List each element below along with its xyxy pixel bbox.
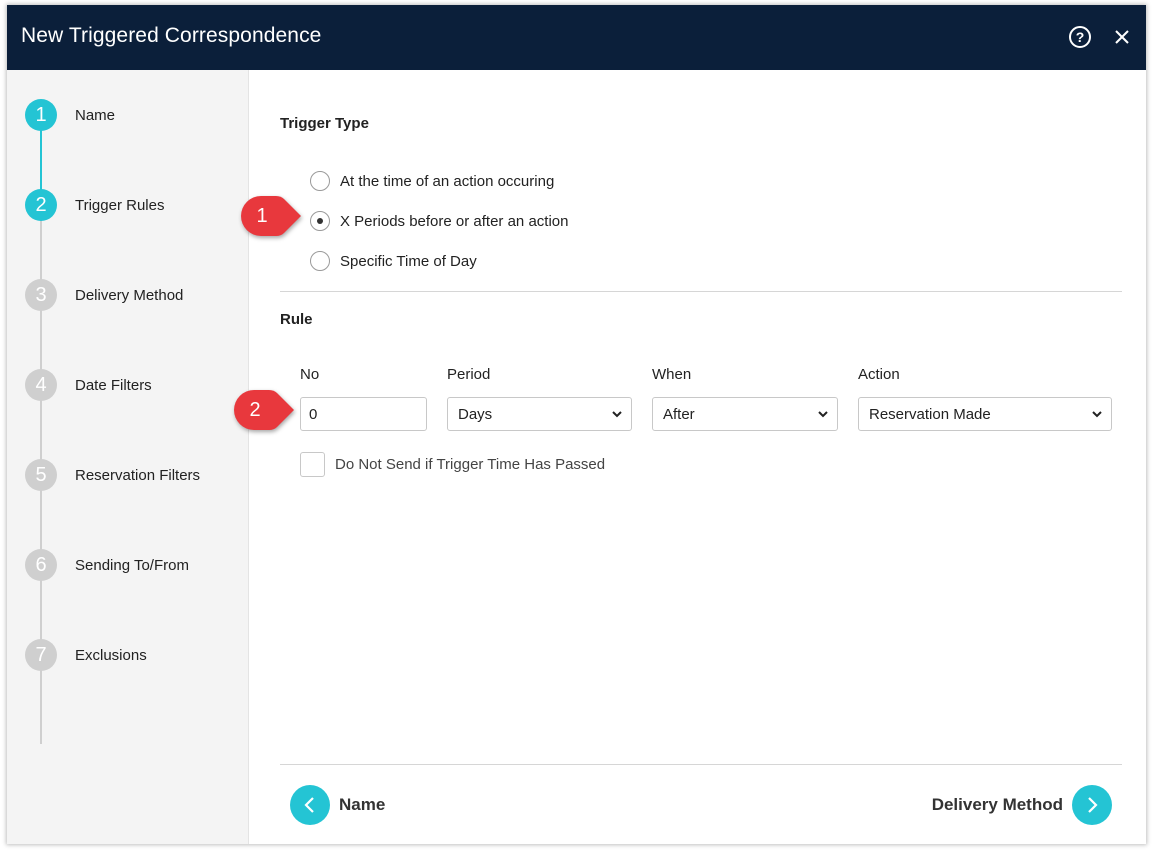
radio-button[interactable] <box>310 171 330 191</box>
when-select[interactable]: After <box>652 397 838 431</box>
step-number: 5 <box>25 459 57 491</box>
radio-label: Specific Time of Day <box>340 252 477 270</box>
main-content: Trigger Type At the time of an action oc… <box>250 70 1146 844</box>
footer-divider <box>280 764 1122 765</box>
annotation-number: 1 <box>256 204 268 227</box>
annotation-badge-1: 1 <box>240 195 304 237</box>
step-number: 2 <box>25 189 57 221</box>
help-button[interactable]: ? <box>1069 26 1091 48</box>
step-sending-to-from[interactable]: 6 Sending To/From <box>25 549 189 581</box>
action-label: Action <box>858 366 900 383</box>
no-input[interactable] <box>300 397 427 431</box>
annotation-badge-2: 2 <box>233 389 297 431</box>
chevron-down-icon <box>1092 411 1102 418</box>
radio-button[interactable] <box>310 251 330 271</box>
radio-label: At the time of an action occuring <box>340 172 555 190</box>
step-delivery-method[interactable]: 3 Delivery Method <box>25 279 183 311</box>
step-number: 3 <box>25 279 57 311</box>
chevron-down-icon <box>818 411 828 418</box>
select-value: Days <box>458 405 493 423</box>
step-label: Delivery Method <box>75 286 184 304</box>
step-label: Sending To/From <box>75 556 189 574</box>
wizard-steps-sidebar: 1 Name 2 Trigger Rules 3 Delivery Method… <box>7 70 249 844</box>
titlebar: New Triggered Correspondence ? <box>7 5 1146 70</box>
close-icon <box>1115 30 1129 44</box>
radio-specific-time[interactable]: Specific Time of Day <box>310 251 477 271</box>
chevron-down-icon <box>612 411 622 418</box>
radio-label: X Periods before or after an action <box>340 212 569 230</box>
step-number: 4 <box>25 369 57 401</box>
period-select[interactable]: Days <box>447 397 632 431</box>
step-number: 6 <box>25 549 57 581</box>
radio-dot <box>317 218 323 224</box>
next-button[interactable]: Delivery Method <box>932 785 1112 825</box>
step-reservation-filters[interactable]: 5 Reservation Filters <box>25 459 200 491</box>
rule-heading: Rule <box>280 311 313 328</box>
dialog-title: New Triggered Correspondence <box>21 24 322 47</box>
select-value: Reservation Made <box>869 405 991 423</box>
no-label: No <box>300 366 320 383</box>
chevron-left-icon <box>304 797 314 813</box>
close-button[interactable] <box>1110 25 1134 49</box>
step-label: Reservation Filters <box>75 466 201 484</box>
step-label: Trigger Rules <box>75 196 165 214</box>
chevron-right-icon <box>1088 797 1098 813</box>
back-label: Name <box>339 795 386 814</box>
help-icon: ? <box>1075 29 1085 45</box>
step-trigger-rules[interactable]: 2 Trigger Rules <box>25 189 164 221</box>
step-label: Exclusions <box>75 646 147 664</box>
select-value: After <box>663 405 695 423</box>
step-number: 7 <box>25 639 57 671</box>
period-label: Period <box>447 366 491 383</box>
annotation-number: 2 <box>249 398 261 421</box>
next-label: Delivery Method <box>931 795 1063 814</box>
trigger-type-heading: Trigger Type <box>280 115 369 132</box>
step-date-filters[interactable]: 4 Date Filters <box>25 369 152 401</box>
radio-action-occuring[interactable]: At the time of an action occuring <box>310 171 554 191</box>
back-circle <box>290 785 330 825</box>
checkbox-label: Do Not Send if Trigger Time Has Passed <box>335 456 606 473</box>
step-number: 1 <box>25 99 57 131</box>
back-button[interactable]: Name <box>290 785 385 825</box>
step-exclusions[interactable]: 7 Exclusions <box>25 639 147 671</box>
when-label: When <box>652 366 692 383</box>
action-select[interactable]: Reservation Made <box>858 397 1112 431</box>
do-not-send-checkbox-row[interactable]: Do Not Send if Trigger Time Has Passed <box>300 452 605 477</box>
section-divider <box>280 291 1122 292</box>
step-label: Date Filters <box>75 376 152 394</box>
next-circle <box>1072 785 1112 825</box>
do-not-send-checkbox[interactable] <box>300 452 325 477</box>
radio-button-selected[interactable] <box>310 211 330 231</box>
radio-x-periods[interactable]: X Periods before or after an action <box>310 211 568 231</box>
step-label: Name <box>75 106 116 124</box>
dialog: New Triggered Correspondence ? 1 Name 2 … <box>7 5 1146 844</box>
step-name[interactable]: 1 Name <box>25 99 115 131</box>
